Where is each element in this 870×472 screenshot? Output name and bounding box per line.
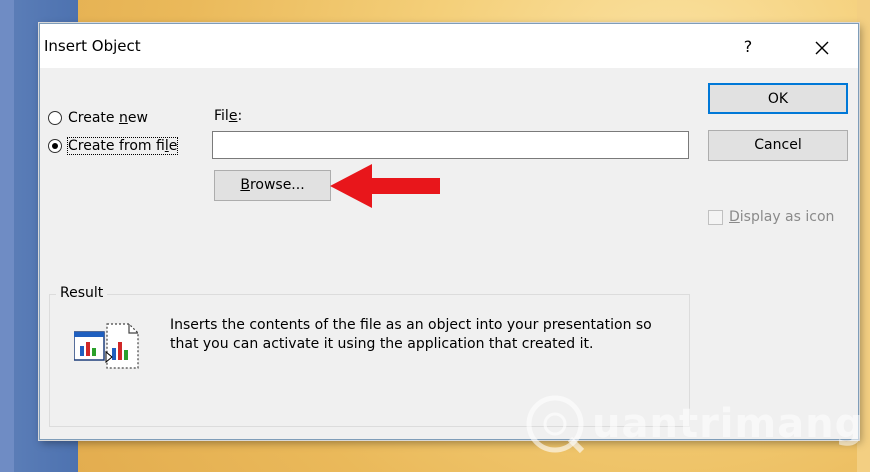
dialog-titlebar: Insert Object ? bbox=[40, 24, 858, 68]
embedded-object-icon bbox=[74, 323, 139, 369]
display-as-icon-option[interactable]: Display as icon bbox=[708, 207, 834, 227]
close-icon bbox=[815, 41, 829, 54]
display-as-icon-checkbox[interactable] bbox=[708, 209, 723, 225]
result-group bbox=[49, 294, 690, 427]
cancel-button[interactable]: Cancel bbox=[708, 130, 848, 161]
create-new-label: Create new bbox=[68, 110, 148, 126]
create-from-file-radio[interactable] bbox=[48, 139, 62, 153]
create-from-file-option[interactable]: Create from file bbox=[48, 136, 179, 156]
ok-button[interactable]: OK bbox=[708, 83, 848, 114]
result-description: Inserts the contents of the file as an o… bbox=[170, 317, 652, 352]
panel-edge bbox=[0, 0, 14, 472]
browse-button[interactable]: Browse... bbox=[214, 170, 331, 201]
create-new-radio[interactable] bbox=[48, 111, 62, 125]
help-button[interactable]: ? bbox=[726, 32, 770, 62]
display-as-icon-label: Display as icon bbox=[729, 209, 835, 225]
create-from-file-label: Create from file bbox=[66, 137, 179, 155]
create-new-option[interactable]: Create new bbox=[48, 108, 148, 128]
result-legend: Result bbox=[56, 285, 108, 301]
close-button[interactable] bbox=[800, 32, 844, 62]
insert-object-dialog: Insert Object ? Create new Create from f… bbox=[39, 23, 859, 440]
dialog-title: Insert Object bbox=[44, 37, 141, 55]
red-arrow-annotation bbox=[330, 164, 440, 208]
file-label: File: bbox=[214, 108, 243, 124]
file-path-input[interactable] bbox=[212, 131, 689, 159]
